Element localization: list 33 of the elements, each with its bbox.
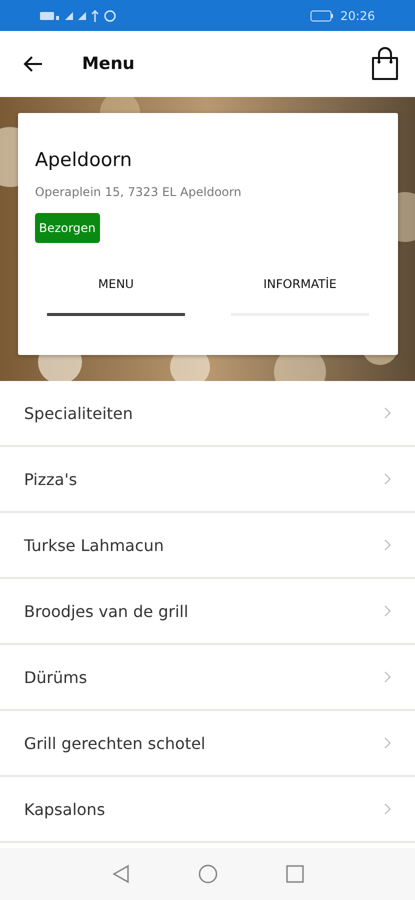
- category-item[interactable]: Pizza's: [0, 447, 415, 513]
- category-label: Dürüms: [24, 668, 88, 686]
- category-label: Turkse Lahmacun: [24, 536, 165, 554]
- tab[interactable]: MENU: [47, 257, 185, 316]
- status-time: 20:26: [340, 8, 375, 22]
- category-item[interactable]: Broodjes van de grill: [0, 579, 415, 645]
- category-label: Grill gerechten schotel: [24, 734, 206, 752]
- category-item[interactable]: Grill gerechten schotel: [0, 711, 415, 777]
- category-item[interactable]: Specialiteiten: [0, 381, 415, 447]
- category-item[interactable]: Dürüms: [0, 645, 415, 711]
- home-icon[interactable]: [198, 864, 218, 884]
- page-title: Menu: [82, 54, 135, 74]
- shopping-bag-icon[interactable]: [369, 45, 401, 83]
- delivery-badge: Bezorgen: [35, 213, 100, 243]
- restaurant-address: Operaplein 15, 7323 EL Apeldoorn: [35, 185, 242, 199]
- category-item[interactable]: Turkse Lahmacun: [0, 513, 415, 579]
- chevron-icon: [384, 605, 391, 617]
- restaurant-name: Apeldoorn: [35, 149, 133, 171]
- chevron-icon: [384, 671, 391, 683]
- chevron-icon: [384, 803, 391, 815]
- category-label: Kapsalons: [24, 800, 106, 818]
- back-icon[interactable]: [112, 864, 130, 884]
- chevron-icon: [384, 737, 391, 749]
- category-item[interactable]: Kapsalons: [0, 777, 415, 843]
- chevron-icon: [384, 539, 391, 551]
- category-label: Broodjes van de grill: [24, 602, 190, 620]
- usb-icon: [91, 10, 99, 22]
- tab[interactable]: INFORMATİE: [231, 257, 369, 316]
- chevron-icon: [384, 407, 391, 419]
- recents-icon[interactable]: [286, 865, 304, 883]
- chevron-icon: [384, 473, 391, 485]
- category-label: Specialiteiten: [24, 404, 134, 422]
- category-label: Pizza's: [24, 470, 78, 488]
